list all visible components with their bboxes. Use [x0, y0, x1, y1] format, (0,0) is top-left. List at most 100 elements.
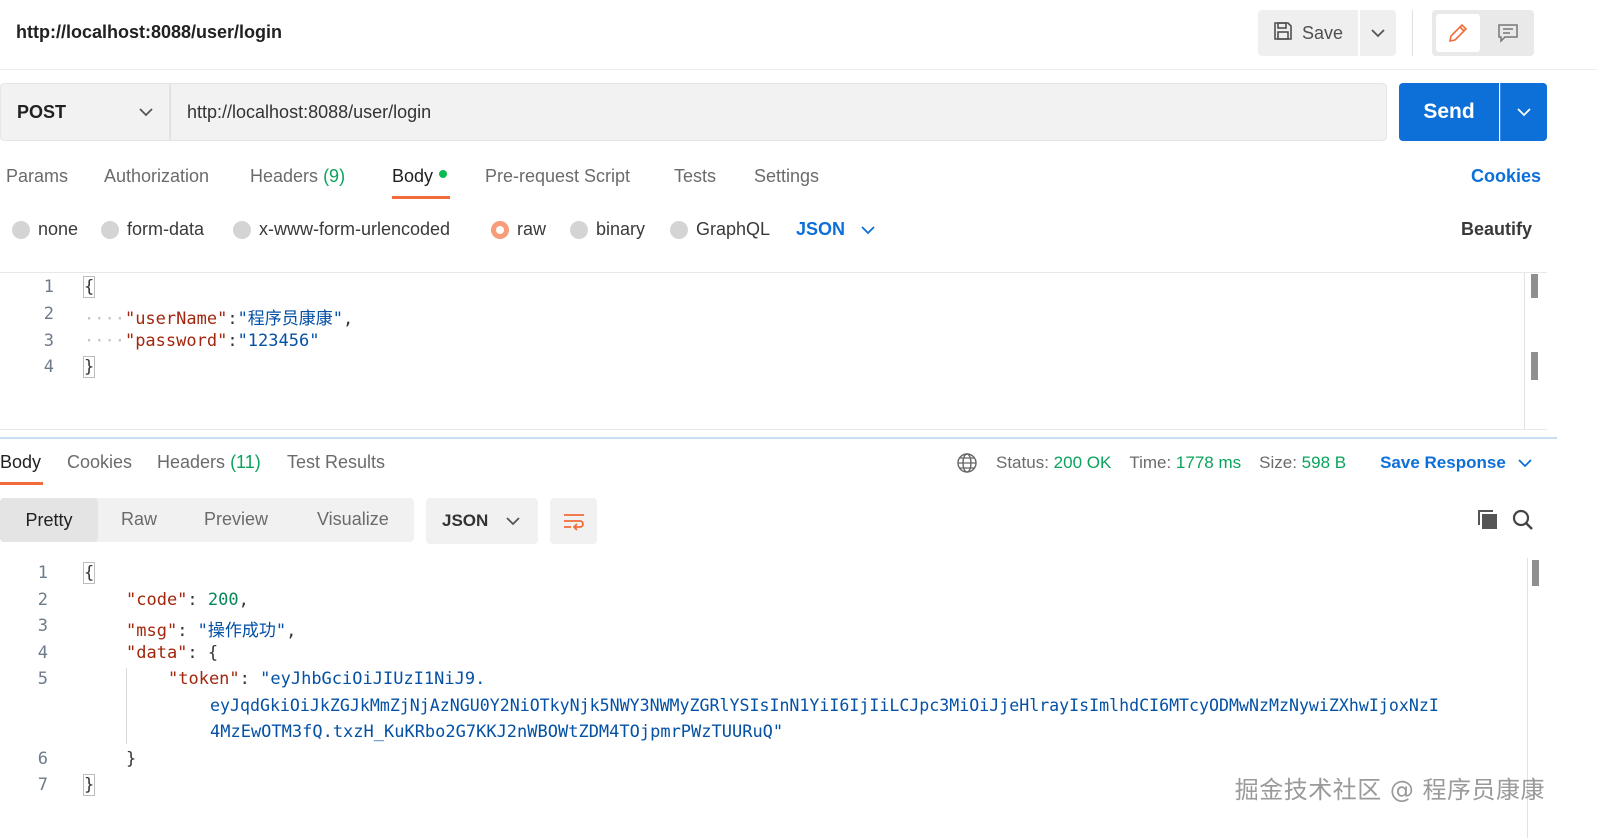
radio-label: x-www-form-urlencoded: [259, 219, 451, 239]
code-line-wrapped: 4MzEwOTM3fQ.txzH_KuKRbo2G7KKJ2nWBOWtZDM4…: [210, 722, 784, 742]
view-raw[interactable]: Raw: [121, 509, 157, 530]
radio-urlencoded[interactable]: x-www-form-urlencoded: [233, 219, 450, 240]
size[interactable]: Size: 598 B: [1259, 453, 1346, 473]
request-body-editor[interactable]: [0, 272, 1547, 430]
status-value: 200 OK: [1053, 453, 1112, 472]
json-key: "msg": [126, 621, 178, 641]
copy-button[interactable]: [1476, 508, 1500, 537]
wrap-lines-button[interactable]: [550, 498, 597, 544]
status[interactable]: Status: 200 OK: [996, 453, 1111, 473]
line-number: 2: [37, 590, 48, 610]
tab-authorization[interactable]: Authorization: [104, 166, 209, 187]
response-tab-body[interactable]: Body: [0, 452, 41, 473]
comment-icon: [1498, 24, 1518, 43]
body-format-select[interactable]: JSON: [796, 219, 875, 240]
copy-icon: [1478, 510, 1497, 529]
line-number: 2: [43, 304, 54, 324]
save-label: Save: [1302, 22, 1344, 43]
code-line: ····"userName":"程序员康康",: [84, 309, 354, 329]
json-brace: }: [126, 749, 137, 769]
chevron-down-icon: [506, 517, 520, 526]
code-brace: }: [82, 356, 96, 378]
code-line: "token": "eyJhbGciOiJIUzI1NiJ9.: [168, 669, 486, 689]
headers-count: (9): [323, 166, 346, 186]
json-brace: {: [207, 643, 219, 663]
cookies-link[interactable]: Cookies: [1471, 166, 1541, 187]
radio-graphql[interactable]: GraphQL: [670, 219, 770, 240]
scrollbar-track: [1524, 273, 1525, 429]
view-pretty[interactable]: Pretty: [0, 498, 98, 542]
response-tab-cookies[interactable]: Cookies: [67, 452, 132, 473]
size-label: Size:: [1259, 453, 1297, 472]
comments-button[interactable]: [1486, 14, 1530, 52]
line-number: 3: [43, 331, 54, 351]
code-brace: {: [82, 276, 96, 298]
line-number: 4: [43, 357, 54, 377]
line-number: 6: [37, 749, 48, 769]
response-tab-test-results[interactable]: Test Results: [287, 452, 385, 473]
save-options-button[interactable]: [1360, 10, 1396, 56]
send-options-button[interactable]: [1500, 83, 1547, 141]
active-tab-indicator: [0, 482, 43, 485]
time-value: 1778 ms: [1175, 453, 1242, 472]
code-line: "msg": "操作成功",: [126, 621, 297, 641]
search-button[interactable]: [1511, 508, 1535, 537]
scrollbar-thumb[interactable]: [1532, 560, 1539, 586]
globe-icon[interactable]: [956, 452, 978, 474]
active-tab-indicator: [392, 196, 450, 199]
response-format-select[interactable]: JSON: [426, 498, 538, 544]
radio-binary[interactable]: binary: [570, 219, 645, 240]
code-line: ····"password":"123456": [84, 331, 320, 351]
tab-settings[interactable]: Settings: [754, 166, 819, 187]
radio-label: none: [38, 219, 79, 239]
request-title[interactable]: http://localhost:8088/user/login: [16, 22, 282, 43]
time-label: Time:: [1129, 453, 1172, 472]
line-number: 7: [37, 775, 48, 795]
json-value: "123456": [237, 331, 320, 351]
edit-mode-button[interactable]: [1436, 14, 1480, 52]
response-tab-headers-label: Headers: [157, 452, 226, 472]
line-number: 3: [37, 616, 48, 636]
scrollbar-thumb[interactable]: [1531, 352, 1538, 380]
radio-raw[interactable]: raw: [491, 219, 546, 240]
line-number: 4: [37, 643, 48, 663]
chevron-down-icon: [139, 108, 153, 117]
tab-params[interactable]: Params: [6, 166, 68, 187]
url-input[interactable]: http://localhost:8088/user/login: [170, 83, 1387, 141]
tab-headers[interactable]: Headers (9): [250, 166, 345, 187]
radio-dot: [233, 220, 251, 239]
radio-dot: [670, 220, 688, 239]
save-response-button[interactable]: Save Response: [1380, 453, 1532, 473]
search-icon: [1512, 509, 1533, 530]
line-number: 1: [37, 563, 48, 583]
radio-label: raw: [517, 219, 547, 239]
divider: [1412, 10, 1413, 56]
tab-tests[interactable]: Tests: [674, 166, 716, 187]
beautify-button[interactable]: Beautify: [1461, 219, 1532, 240]
radio-form-data[interactable]: form-data: [101, 219, 204, 240]
code-line: "code": 200,: [126, 590, 249, 610]
tab-pre-request-script[interactable]: Pre-request Script: [485, 166, 630, 187]
method-value: POST: [17, 101, 67, 122]
radio-none[interactable]: none: [12, 219, 78, 240]
view-visualize[interactable]: Visualize: [317, 509, 389, 530]
line-number: 5: [37, 669, 48, 689]
send-button[interactable]: Send: [1399, 83, 1499, 141]
modified-dot: [439, 170, 448, 178]
scrollbar-thumb[interactable]: [1531, 274, 1538, 298]
pane-resizer[interactable]: [0, 437, 1557, 439]
response-tab-headers[interactable]: Headers (11): [157, 452, 261, 473]
view-preview[interactable]: Preview: [204, 509, 268, 530]
json-value: "操作成功": [197, 621, 287, 641]
radio-dot: [101, 220, 119, 239]
method-select[interactable]: POST: [0, 83, 170, 141]
headers-count: (11): [230, 452, 261, 472]
json-key: "code": [126, 590, 188, 610]
radio-label: form-data: [127, 219, 205, 239]
save-button[interactable]: Save: [1258, 10, 1358, 56]
save-response-label: Save Response: [1380, 453, 1506, 472]
time[interactable]: Time: 1778 ms: [1129, 453, 1241, 473]
status-label: Status:: [996, 453, 1049, 472]
url-value: http://localhost:8088/user/login: [187, 101, 432, 122]
tab-body[interactable]: Body: [392, 166, 448, 187]
